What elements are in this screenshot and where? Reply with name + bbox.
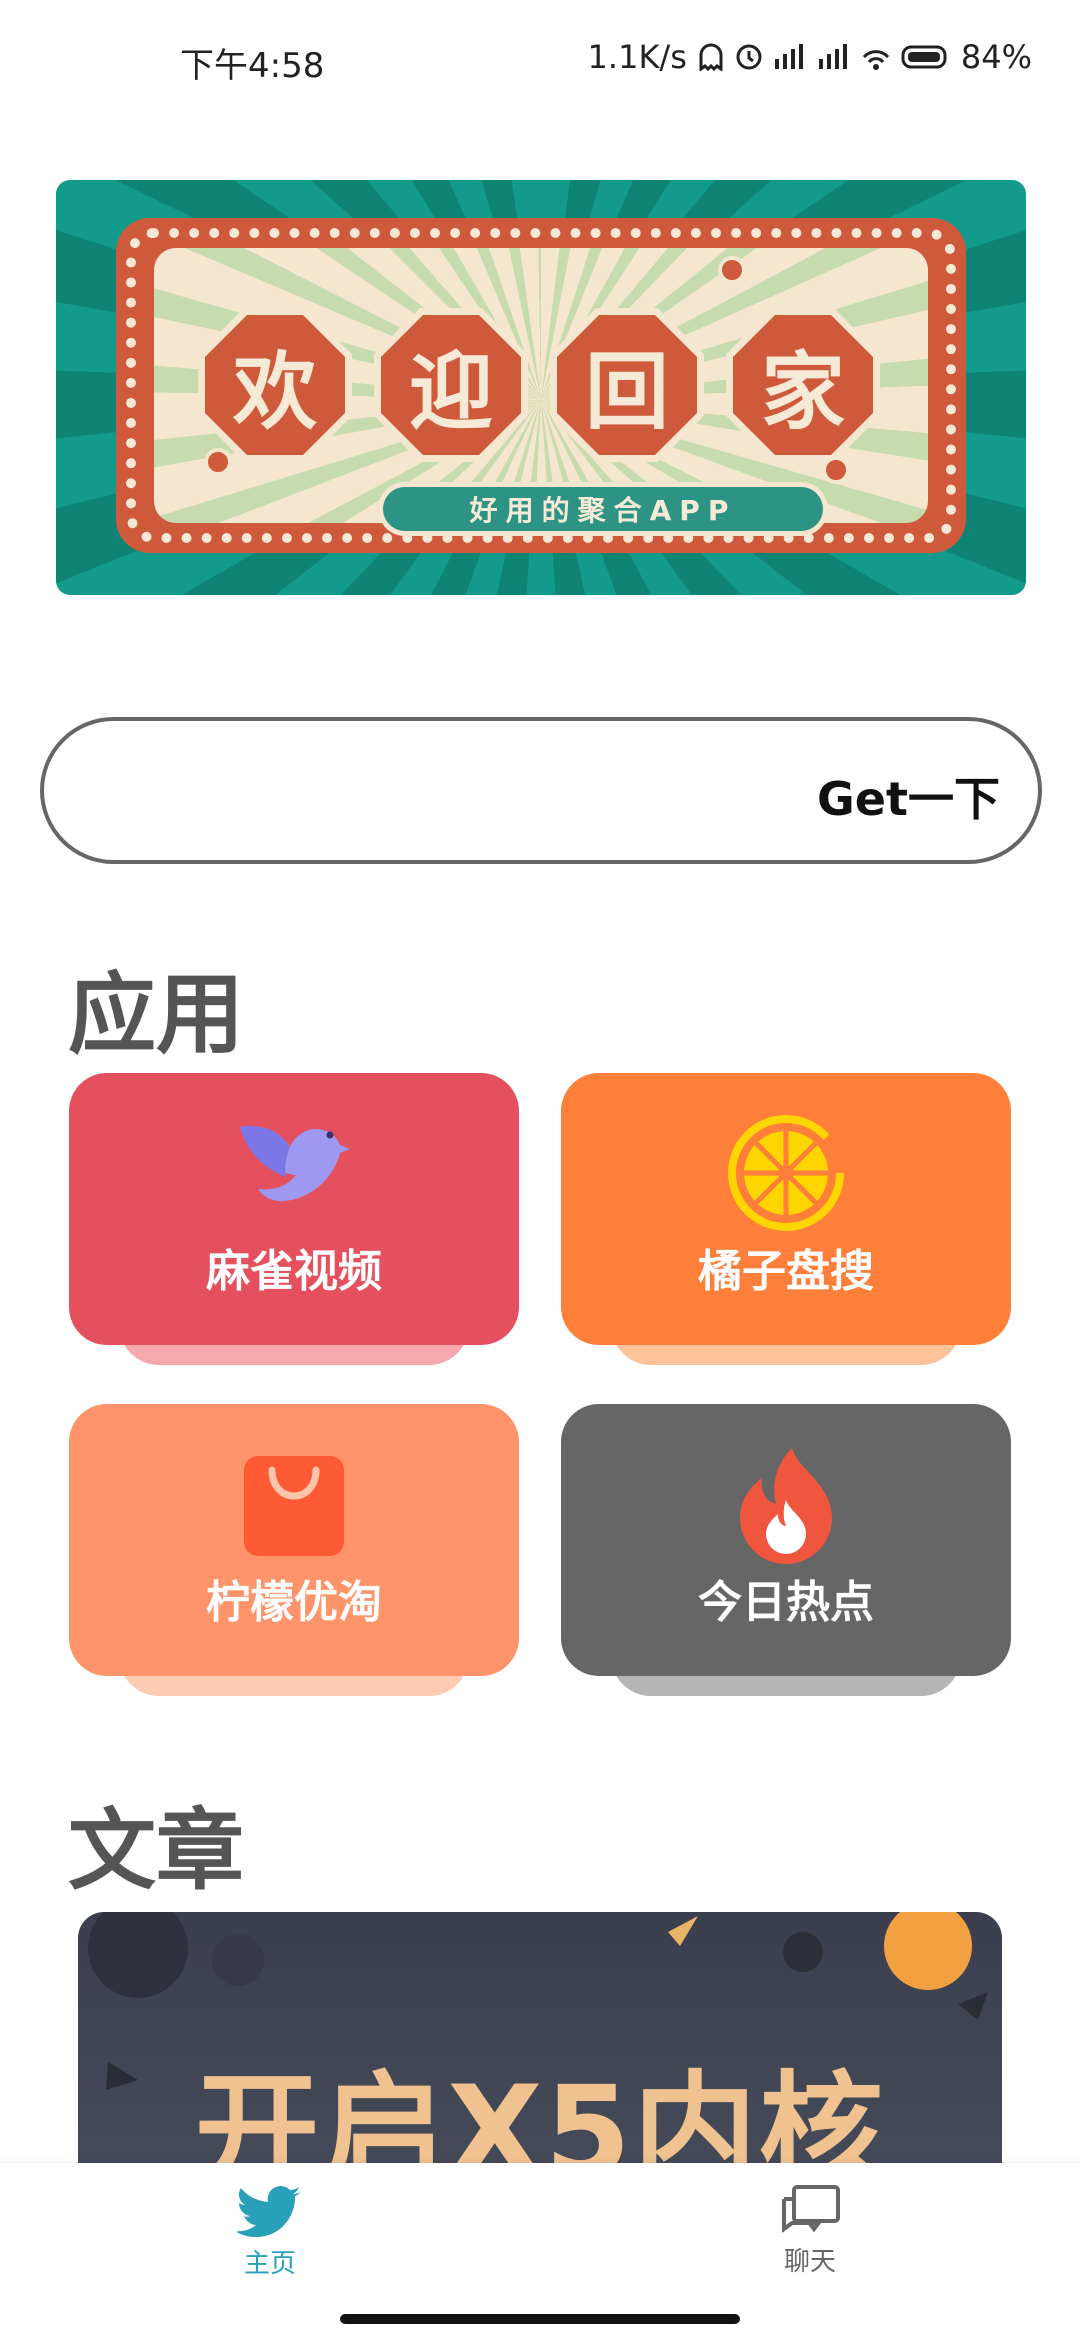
nav-label-chat: 聊天 — [783, 2247, 836, 2277]
app-label: 柠檬优淘 — [206, 1577, 382, 1628]
coin-icon — [718, 256, 746, 284]
app-card-orange-search[interactable]: 橘子盘搜 — [561, 1073, 1011, 1365]
nav-item-home[interactable]: 主页 — [190, 2185, 350, 2280]
card-face: 柠檬优淘 — [69, 1404, 519, 1676]
banner-char: 家 — [760, 341, 845, 441]
article-card[interactable]: 开启X5内核 — [78, 1912, 1002, 2172]
battery-level: 84% — [960, 38, 1032, 76]
screen: 下午4:58 1.1K/s 84% 欢 迎 回 家 好用的聚合APP Get一下… — [0, 0, 1080, 2340]
banner-char-badge: 欢 — [198, 308, 352, 462]
card-face: 今日热点 — [561, 1404, 1011, 1676]
signal-icon — [774, 44, 803, 69]
nav-label-home: 主页 — [243, 2249, 296, 2279]
bird-icon — [237, 2186, 301, 2237]
app-label: 今日热点 — [698, 1577, 874, 1628]
banner-subtitle-pill: 好用的聚合APP — [378, 482, 828, 536]
banner-char: 迎 — [408, 341, 493, 441]
status-time: 下午4:58 — [180, 46, 325, 86]
banner-frame: 欢 迎 回 家 好用的聚合APP — [116, 218, 966, 553]
app-card-lemon-shop[interactable]: 柠檬优淘 — [69, 1404, 519, 1696]
banner-subtitle: 好用的聚合APP — [383, 487, 823, 531]
flame-icon — [740, 1448, 832, 1564]
app-label: 橘子盘搜 — [698, 1246, 874, 1297]
search-bar[interactable]: Get一下 — [40, 717, 1042, 864]
signal-icon — [818, 44, 847, 69]
card-face: 橘子盘搜 — [561, 1073, 1011, 1345]
orange-slice-icon — [728, 1115, 844, 1231]
banner-char-badge: 迎 — [374, 308, 528, 462]
banner-char: 欢 — [232, 341, 317, 441]
nav-item-chat[interactable]: 聊天 — [730, 2185, 890, 2278]
chat-icon — [782, 2185, 840, 2233]
banner-char: 回 — [584, 341, 669, 441]
status-bar: 下午4:58 1.1K/s 84% — [0, 0, 1080, 120]
wifi-icon — [862, 50, 889, 70]
section-title-articles: 文章 — [68, 1799, 245, 1902]
app-label: 麻雀视频 — [206, 1246, 382, 1297]
ghost-icon — [699, 43, 723, 71]
search-button[interactable]: Get一下 — [817, 763, 1000, 829]
article-card-title: 开启X5内核 — [195, 2060, 885, 2172]
alarm-icon — [736, 44, 762, 70]
card-face: 麻雀视频 — [69, 1073, 519, 1345]
search-input[interactable] — [84, 751, 844, 831]
bird-icon — [240, 1125, 350, 1202]
coin-icon — [204, 448, 232, 476]
battery-icon — [901, 45, 947, 69]
welcome-banner[interactable]: 欢 迎 回 家 好用的聚合APP — [56, 180, 1026, 595]
app-card-maque-video[interactable]: 麻雀视频 — [69, 1073, 519, 1365]
network-speed: 1.1K/s — [587, 38, 687, 76]
section-title-apps: 应用 — [68, 963, 245, 1066]
status-icons: 1.1K/s 84% — [588, 38, 1032, 76]
shopping-bag-icon — [244, 1456, 344, 1556]
home-indicator[interactable] — [340, 2314, 740, 2324]
app-card-today-hot[interactable]: 今日热点 — [561, 1404, 1011, 1696]
coin-icon — [822, 456, 850, 484]
